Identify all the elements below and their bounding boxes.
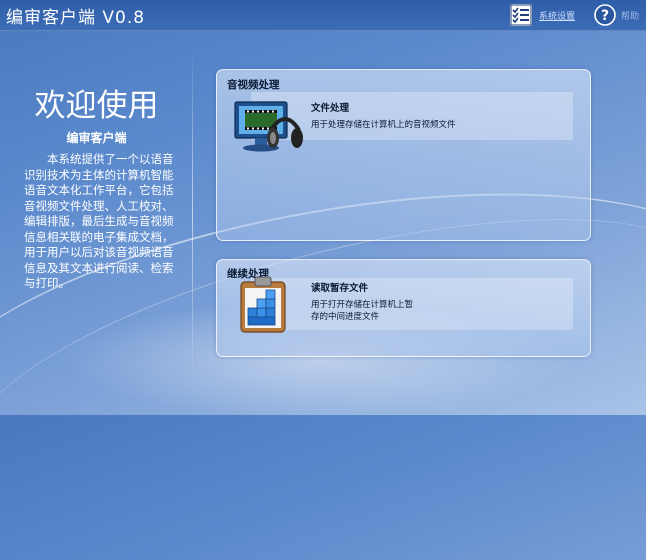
welcome-description: 本系统提供了一个以语音识别技术为主体的计算机智能语音文本化工作平台，它包括音视频…	[24, 152, 174, 290]
read-temp-file-description: 用于打开存储在计算机上暂存的中间进度文件	[311, 300, 414, 322]
monitor-headphones-icon[interactable]	[217, 70, 311, 164]
settings-link[interactable]: 系统设置	[539, 9, 575, 22]
card-media-processing: 音视频处理 文件处理 用于处理存储在计算机上的音视频文件	[216, 69, 591, 241]
welcome-subtitle: 编审客户端	[66, 131, 127, 145]
help-link[interactable]: 帮助	[621, 9, 639, 22]
app-title: 编审客户端 V0.8	[6, 8, 146, 28]
title-bar: 编审客户端 V0.8 系统设置 ? 帮助	[0, 0, 646, 31]
card-continue-processing: 继续处理 读取暂存文件 用于打开存储在计算机上暂存的中间进度文件	[216, 259, 591, 357]
svg-text:?: ?	[601, 8, 609, 24]
help-circle-icon[interactable]: ?	[594, 4, 616, 26]
welcome-title: 欢迎使用	[34, 88, 159, 124]
read-temp-file-link[interactable]: 读取暂存文件	[311, 280, 368, 294]
file-processing-link[interactable]: 文件处理	[311, 100, 349, 114]
settings-list-icon[interactable]	[510, 4, 532, 26]
file-processing-description: 用于处理存储在计算机上的音视频文件	[311, 120, 456, 130]
clipboard-cubes-icon[interactable]	[217, 260, 311, 354]
